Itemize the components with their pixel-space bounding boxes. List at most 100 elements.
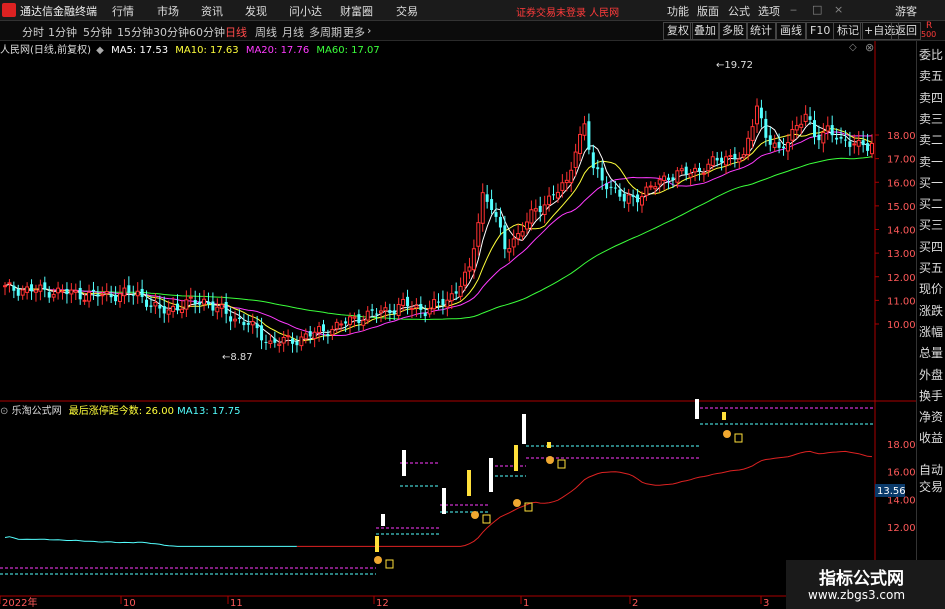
candle-body-up (51, 294, 56, 298)
candle-body-up (56, 287, 61, 294)
candle-body-up (171, 305, 176, 312)
right-panel-item-7[interactable]: 买二 (919, 194, 945, 215)
candle-body-up (135, 290, 140, 297)
candle-body-up (365, 310, 370, 321)
right-panel-item-9[interactable]: 买四 (919, 237, 945, 258)
right-panel-item-6[interactable]: 买一 (919, 173, 945, 194)
candle-body-up (118, 293, 123, 302)
candle-body-down (423, 312, 427, 317)
candle-body-up (20, 289, 25, 296)
right-panel-item-2[interactable]: 卖四 (919, 88, 945, 109)
candle-body-up (728, 155, 733, 158)
candle-body-up (746, 137, 751, 156)
candle-body-down (158, 305, 162, 309)
right-panel-item-12[interactable]: 涨跌 (919, 301, 945, 322)
candle-body-up (626, 194, 631, 204)
ma13-line-up (296, 450, 873, 547)
right-panel-item-20[interactable]: 交易 (919, 477, 945, 498)
candle-body-up (100, 294, 105, 297)
right-panel-item-3[interactable]: 卖三 (919, 109, 945, 130)
candle-body-up (741, 154, 746, 158)
candle-body-up (104, 291, 109, 294)
candle-body-down (114, 294, 118, 302)
candle-body-down (16, 289, 20, 296)
right-panel-item-13[interactable]: 涨幅 (919, 322, 945, 343)
candle-body-down (697, 167, 701, 172)
y-tick-label: 10.00 (887, 320, 916, 331)
candle-body-up (427, 308, 432, 315)
right-panel-item-8[interactable]: 买三 (919, 215, 945, 236)
candle-body-down (843, 139, 847, 141)
chart-canvas[interactable]: 18.00 17.00 16.00 15.00 14.00 13.00 12.00 11.00… (0, 0, 945, 609)
candle-body-down (140, 288, 144, 297)
candle-body-up (657, 179, 662, 185)
candle-body-up (330, 328, 335, 336)
limit-up-bar (522, 414, 526, 444)
right-panel-item-11[interactable]: 现价 (919, 279, 945, 300)
candle-body-up (724, 156, 729, 166)
candle-body-down (733, 153, 737, 160)
candle-body-down (255, 323, 259, 329)
candle-body-up (662, 175, 667, 181)
hand-marker-icon (374, 556, 382, 564)
y-tick-label: 15.00 (887, 202, 916, 213)
right-panel-item-14[interactable]: 总量 (919, 343, 945, 364)
candle-body-up (281, 336, 286, 344)
candle-body-up (188, 296, 193, 299)
right-panel-item-15[interactable]: 外盘 (919, 365, 945, 386)
candle-body-down (344, 321, 348, 324)
right-panel-item-10[interactable]: 买五 (919, 258, 945, 279)
candle-body-down (715, 157, 719, 161)
candles (3, 98, 874, 353)
candle-body-up (533, 208, 538, 212)
candle-body-down (264, 341, 268, 343)
candle-body-up (471, 248, 476, 271)
candle-body-up (396, 303, 401, 316)
candle-body-up (449, 293, 454, 302)
candle-body-up (409, 307, 414, 310)
candle-body-down (91, 289, 95, 292)
candle-body-down (636, 194, 640, 203)
right-panel-item-4[interactable]: 卖二 (919, 130, 945, 151)
candle-body-down (667, 177, 671, 181)
candle-body-up (414, 305, 419, 309)
candle-body-up (648, 185, 653, 188)
axis-labels: 18.00 17.00 16.00 15.00 14.00 13.00 12.00 11.00… (2, 60, 945, 609)
candle-body-down (96, 294, 100, 297)
candle-body-down (600, 167, 604, 181)
candle-body-up (578, 133, 583, 155)
candle-body-down (839, 136, 843, 139)
candle-body-up (87, 291, 92, 302)
candle-body-down (503, 225, 507, 250)
candle-body-up (215, 306, 220, 313)
candle-body-down (127, 285, 131, 293)
right-panel-item-17[interactable]: 净资 (919, 407, 945, 428)
candle-body-down (206, 301, 210, 305)
right-panel-item-1[interactable]: 卖五 (919, 66, 945, 87)
hand-marker-icon (513, 499, 521, 507)
candle-body-up (233, 318, 238, 322)
candle-body-down (720, 157, 724, 163)
right-panel-item-5[interactable]: 卖一 (919, 152, 945, 173)
marker-box-icon (557, 459, 566, 469)
candle-body-up (69, 289, 74, 295)
right-panel-item-0[interactable]: 委比 (919, 45, 945, 66)
candle-body-down (618, 189, 622, 197)
cursor-value: 13.56 (877, 486, 906, 497)
candle-body-down (295, 341, 299, 346)
candle-body-up (286, 335, 291, 338)
right-panel-item-18[interactable]: 收益 (919, 428, 945, 449)
candle-body-up (524, 221, 529, 230)
candle-body-up (785, 142, 790, 152)
candle-body-up (653, 186, 658, 190)
limit-up-bar (381, 514, 385, 526)
candle-body-down (485, 194, 489, 202)
candle-body-up (693, 167, 698, 173)
candle-body-down (609, 186, 613, 188)
right-panel-item-16[interactable]: 换手 (919, 386, 945, 407)
candle-body-down (162, 306, 166, 314)
candle-body-up (303, 333, 308, 340)
candle-body-down (591, 152, 595, 169)
candle-body-up (60, 290, 65, 293)
candle-body-down (211, 301, 215, 311)
